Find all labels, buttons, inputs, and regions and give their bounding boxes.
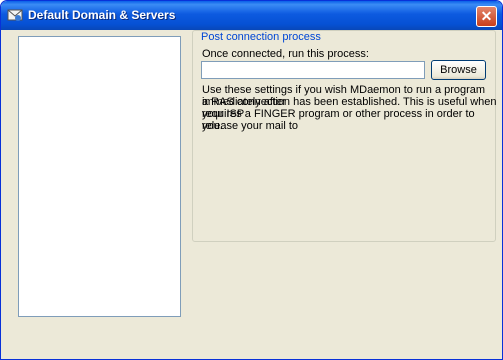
close-icon: ✕ (480, 8, 493, 24)
group-title: Post connection process (199, 31, 323, 43)
desc1-line3: requires a FINGER program or other proce… (202, 108, 475, 132)
title-bar[interactable]: Default Domain & Servers ✕ (1, 1, 502, 30)
process-path-input[interactable] (201, 61, 425, 79)
close-button[interactable]: ✕ (476, 6, 497, 27)
run-process-label: Once connected, run this process: (202, 48, 369, 60)
browse-button[interactable]: Browse (431, 60, 486, 80)
dialog-client: Post connection process Once connected, … (4, 30, 499, 356)
app-icon (7, 9, 23, 21)
window-title: Default Domain & Servers (28, 8, 176, 22)
settings-tree[interactable] (18, 36, 181, 317)
dialog-window: Default Domain & Servers ✕ Post connecti… (0, 0, 503, 360)
desc1-line4: you. (202, 120, 223, 132)
